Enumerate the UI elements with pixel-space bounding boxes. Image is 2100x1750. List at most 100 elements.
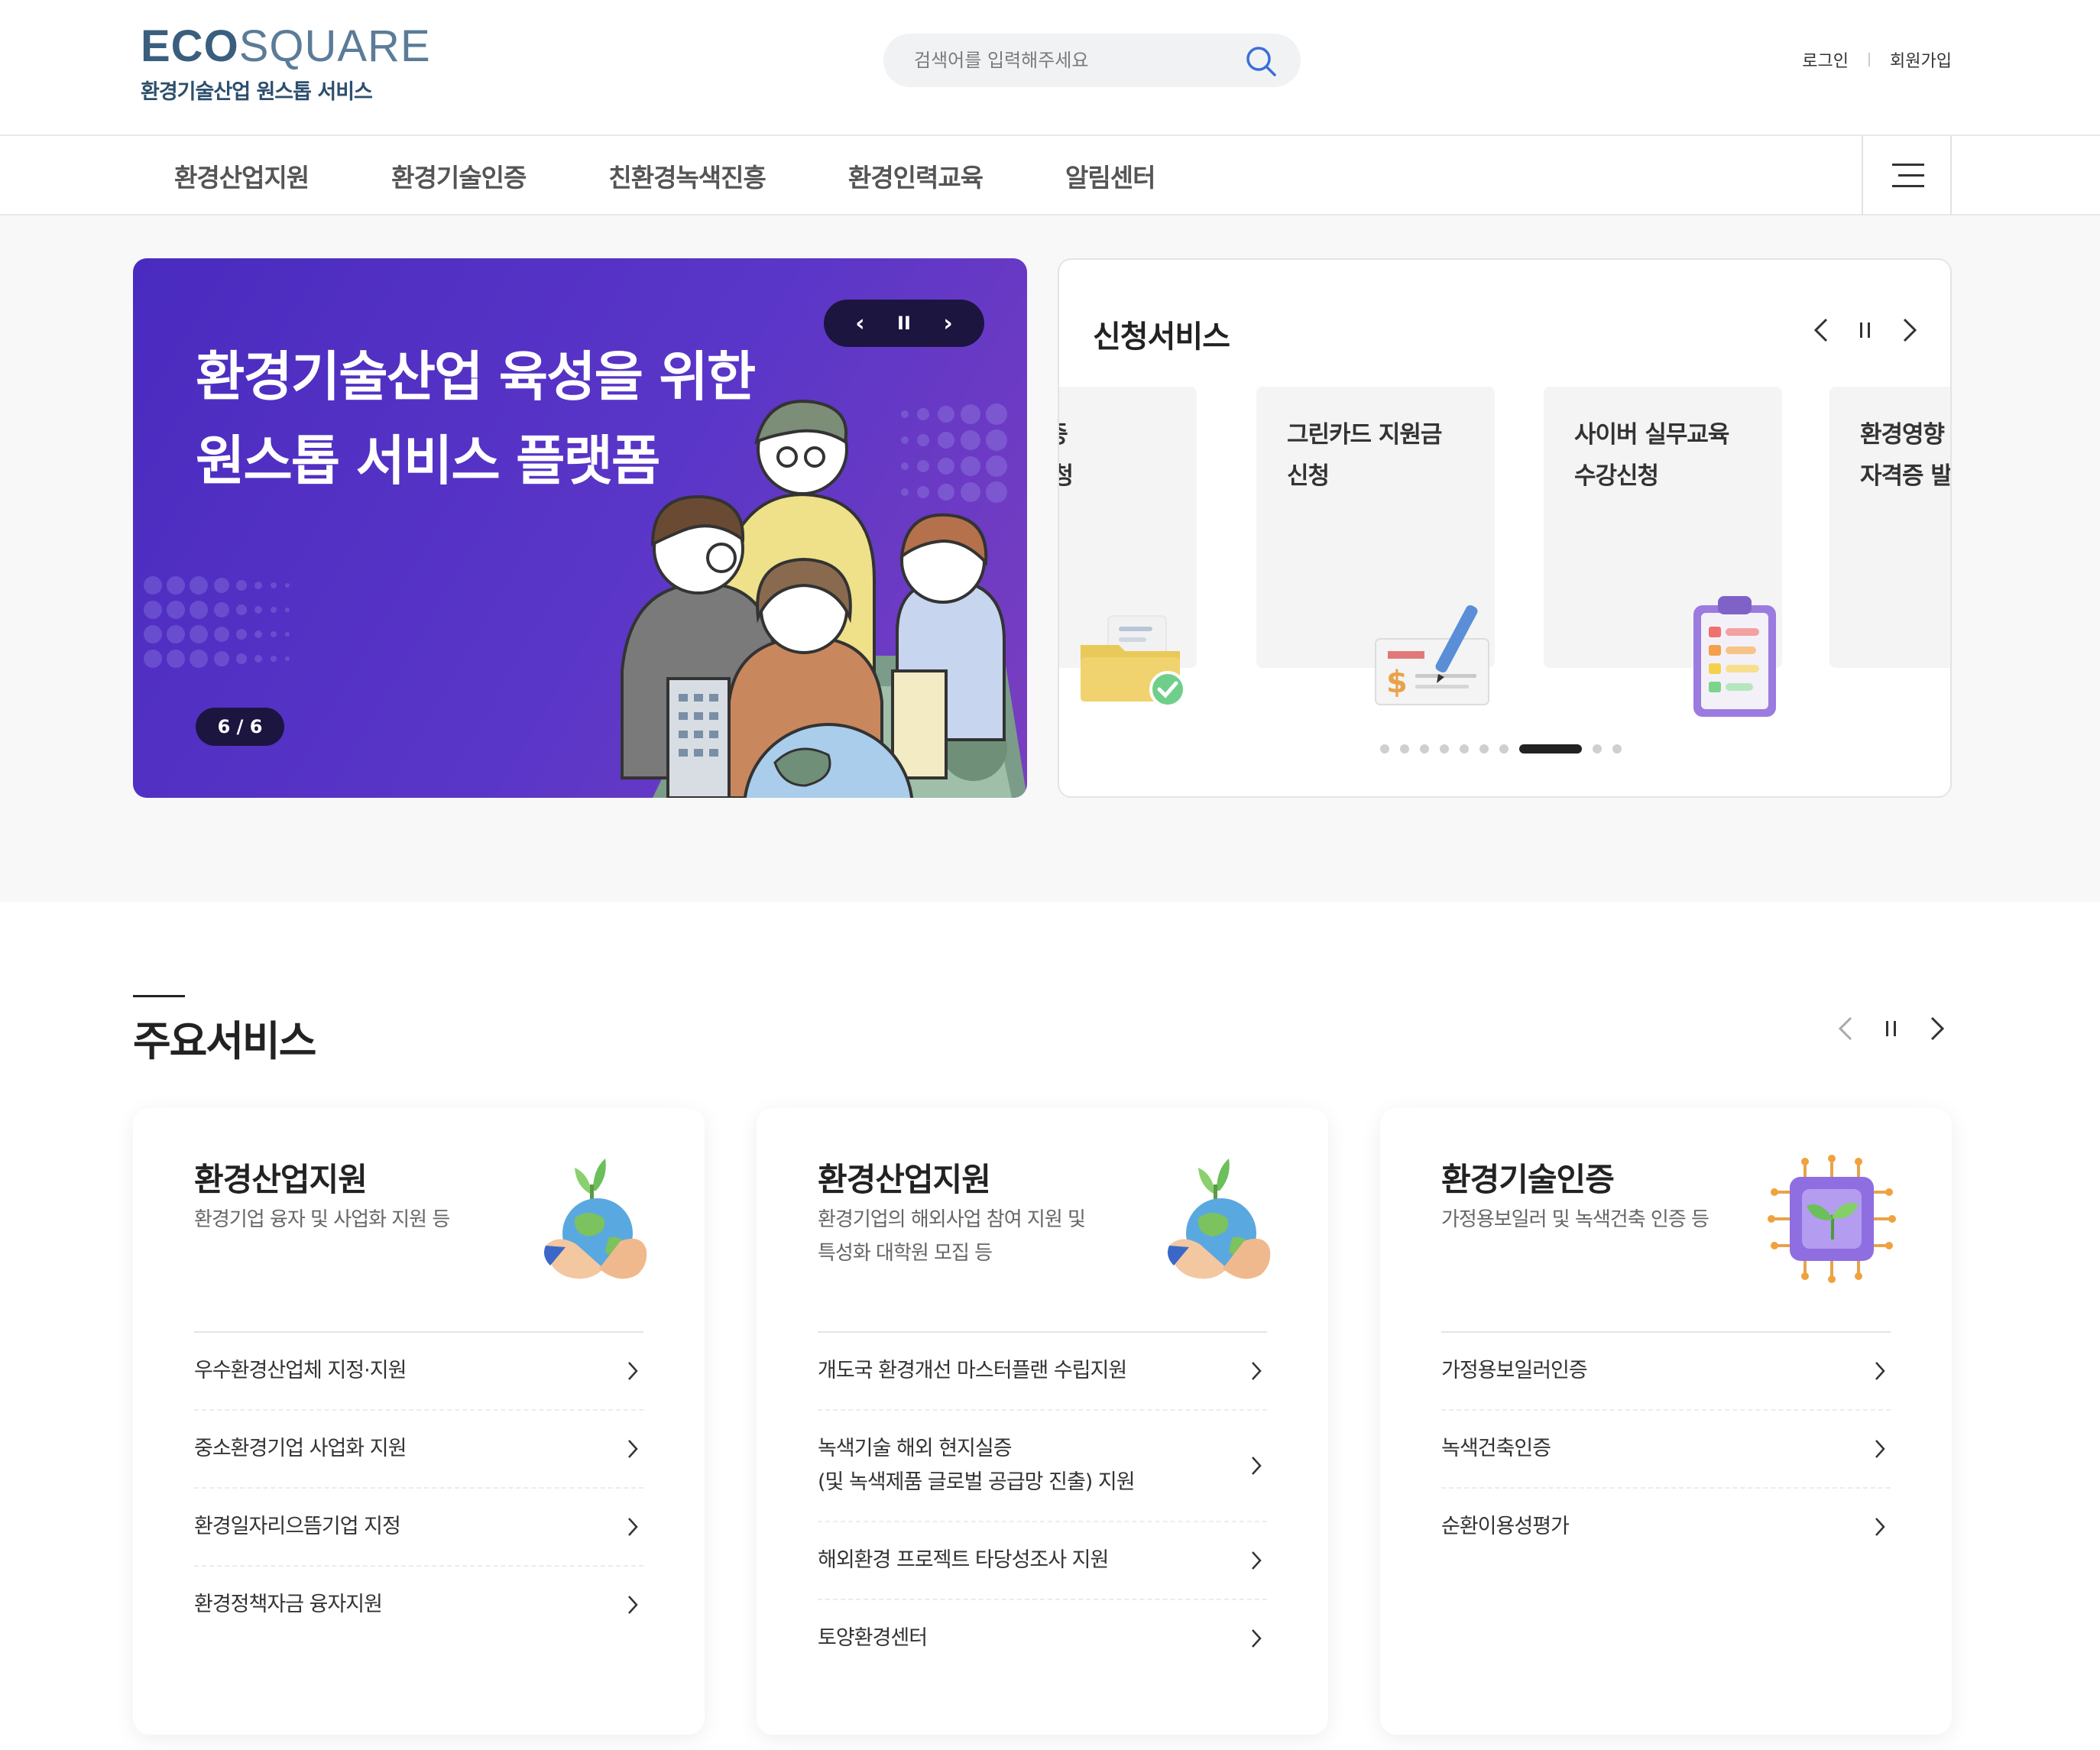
global-nav: 환경산업지원 환경기술인증 친환경녹색진흥 환경인력교육 알림센터	[0, 136, 2100, 216]
chevron-right-icon[interactable]	[1929, 1015, 1946, 1042]
chevron-right-icon	[1875, 1518, 1885, 1536]
chevron-right-icon[interactable]	[1901, 316, 1918, 344]
service-link-label: 개도국 환경개선 마스터플랜 수립지원	[818, 1359, 1127, 1382]
chevron-right-icon	[1252, 1457, 1262, 1475]
main-service-title: 주요서비스	[133, 1017, 316, 1065]
chevron-right-icon	[1875, 1362, 1885, 1380]
pause-icon[interactable]	[1884, 1019, 1898, 1038]
service-link[interactable]: 중소환경기업 사업화 지원	[194, 1411, 643, 1489]
gnb-item-green-promotion[interactable]: 친환경녹색진흥	[608, 157, 766, 194]
chevron-right-icon	[628, 1596, 638, 1614]
apply-card[interactable]: 그린카드 지원금 신청 $	[1256, 387, 1495, 705]
apply-card-track: E지인증 민원신청 그린카드 지원금 신청 $	[1059, 387, 1952, 717]
service-link[interactable]: 환경일자리으뜸기업 지정	[194, 1489, 643, 1567]
service-link-label: 가정용보일러인증	[1441, 1359, 1588, 1382]
gnb-item-education[interactable]: 환경인력교육	[848, 157, 984, 194]
service-link-label: 해외환경 프로젝트 타당성조사 지원	[818, 1548, 1109, 1572]
service-card: 환경산업지원 환경기업의 해외사업 참여 지원 및 특성화 대학원 모집 등 개…	[757, 1108, 1328, 1735]
apply-card[interactable]: 환경영향 자격증 발	[1829, 387, 1952, 668]
service-link[interactable]: 환경정책자금 융자지원	[194, 1567, 643, 1643]
apply-controls	[1813, 316, 1918, 344]
chevron-right-icon	[1252, 1629, 1262, 1648]
search-input[interactable]	[914, 34, 1235, 87]
service-link-label: 토양환경센터	[818, 1626, 928, 1650]
signup-link[interactable]: 회원가입	[1890, 47, 1952, 72]
header: ECOSQUARE 환경기술산업 원스톱 서비스 로그인 회원가입	[0, 0, 2100, 136]
hamburger-icon	[1892, 164, 1924, 187]
banner-prev-button[interactable]: ‹	[855, 310, 864, 337]
pager-dot[interactable]	[1593, 744, 1602, 753]
pager-dot[interactable]	[1420, 744, 1429, 753]
clipboard-icon	[1693, 596, 1776, 717]
service-link[interactable]: 순환이용성평가	[1441, 1489, 1891, 1565]
gnb-item-notice-center[interactable]: 알림센터	[1065, 157, 1155, 194]
service-link-list: 가정용보일러인증 녹색건축인증 순환이용성평가	[1441, 1333, 1891, 1565]
chevron-left-icon[interactable]	[1813, 316, 1829, 344]
apply-service-title: 신청서비스	[1093, 319, 1230, 355]
chevron-right-icon	[628, 1440, 638, 1458]
service-card-desc: 환경기업의 해외사업 참여 지원 및 특성화 대학원 모집 등	[818, 1208, 1086, 1265]
service-link-label: 녹색기술 해외 현지실증 (및 녹색제품 글로벌 공급망 진출) 지원	[818, 1437, 1136, 1494]
util-divider	[1868, 53, 1871, 66]
cheque-pen-icon: $	[1375, 604, 1489, 705]
apply-pager	[1380, 744, 1622, 753]
search-icon[interactable]	[1244, 44, 1278, 78]
service-card-title: 환경산업지원	[818, 1161, 991, 1198]
banner-next-button[interactable]: ›	[943, 310, 952, 337]
pager-dot[interactable]	[1479, 744, 1489, 753]
service-card: 환경기술인증 가정용보일러 및 녹색건축 인증 등 가정용보일러인증 녹색건축인…	[1380, 1108, 1952, 1735]
all-menu-button[interactable]	[1862, 136, 1952, 216]
pager-dot-active[interactable]	[1519, 744, 1582, 753]
apply-card-label: 환경영향 자격증 발	[1860, 421, 1952, 490]
chevron-right-icon	[1252, 1362, 1262, 1380]
service-link-list: 우수환경산업체 지정·지원 중소환경기업 사업화 지원 환경일자리으뜸기업 지정…	[194, 1333, 643, 1643]
login-link[interactable]: 로그인	[1802, 47, 1849, 72]
banner-pause-button[interactable]: II	[897, 313, 911, 334]
people-illustration	[621, 400, 1027, 798]
banner-counter: 6 / 6	[196, 708, 284, 746]
banner-controls: ‹ II ›	[824, 300, 984, 347]
service-card-title: 환경기술인증	[1441, 1161, 1615, 1198]
pager-dot[interactable]	[1460, 744, 1469, 753]
service-link[interactable]: 해외환경 프로젝트 타당성조사 지원	[818, 1522, 1267, 1600]
pager-dot[interactable]	[1380, 744, 1389, 753]
apply-card[interactable]: E지인증 민원신청	[1059, 387, 1197, 708]
main-service-controls	[1837, 1015, 1946, 1042]
apply-card-label: 사이버 실무교육 수강신청	[1574, 421, 1729, 490]
service-link-label: 환경일자리으뜸기업 지정	[194, 1515, 401, 1538]
util-links: 로그인 회원가입	[1802, 47, 1952, 72]
service-link[interactable]: 토양환경센터	[818, 1600, 1267, 1677]
pager-dot[interactable]	[1612, 744, 1622, 753]
gnb-item-industry-support[interactable]: 환경산업지원	[174, 157, 309, 194]
logo-wordmark: ECOSQUARE	[141, 21, 431, 71]
dot-pattern-decoration	[144, 576, 290, 668]
service-link[interactable]: 가정용보일러인증	[1441, 1333, 1891, 1411]
service-link[interactable]: 개도국 환경개선 마스터플랜 수립지원	[818, 1333, 1267, 1411]
main-banner[interactable]: 환경기술산업 육성을 위한 원스톱 서비스 플랫폼 ‹ II › 6 / 6	[133, 258, 1027, 798]
service-link[interactable]: 녹색건축인증	[1441, 1411, 1891, 1489]
chevron-right-icon	[628, 1362, 638, 1380]
svg-text:$: $	[1386, 665, 1408, 700]
pager-dot[interactable]	[1400, 744, 1409, 753]
gnb-list: 환경산업지원 환경기술인증 친환경녹색진흥 환경인력교육 알림센터	[174, 136, 1238, 216]
section-title-line	[133, 995, 185, 997]
folder-check-icon	[1081, 615, 1186, 708]
service-link-label: 녹색건축인증	[1441, 1437, 1551, 1460]
service-link-label: 우수환경산업체 지정·지원	[194, 1359, 407, 1382]
logo-tagline: 환경기술산업 원스톱 서비스	[141, 80, 373, 104]
service-card-title: 환경산업지원	[194, 1161, 368, 1198]
service-link[interactable]: 우수환경산업체 지정·지원	[194, 1333, 643, 1411]
service-link-label: 순환이용성평가	[1441, 1515, 1570, 1538]
service-link[interactable]: 녹색기술 해외 현지실증 (및 녹색제품 글로벌 공급망 진출) 지원	[818, 1411, 1267, 1522]
pager-dot[interactable]	[1499, 744, 1509, 753]
chevron-left-icon[interactable]	[1837, 1015, 1854, 1042]
service-card-desc: 가정용보일러 및 녹색건축 인증 등	[1441, 1208, 1709, 1231]
chevron-right-icon	[1875, 1440, 1885, 1458]
pause-icon[interactable]	[1859, 321, 1872, 339]
service-link-label: 환경정책자금 융자지원	[194, 1593, 383, 1616]
apply-card[interactable]: 사이버 실무교육 수강신청	[1544, 387, 1782, 717]
site-logo[interactable]: ECOSQUARE 환경기술산업 원스톱 서비스	[141, 23, 431, 105]
gnb-item-tech-certification[interactable]: 환경기술인증	[391, 157, 527, 194]
apply-service-panel: 신청서비스 E지인증 민원신청 그린카드 지원금 신청 $	[1058, 258, 1952, 798]
pager-dot[interactable]	[1440, 744, 1449, 753]
